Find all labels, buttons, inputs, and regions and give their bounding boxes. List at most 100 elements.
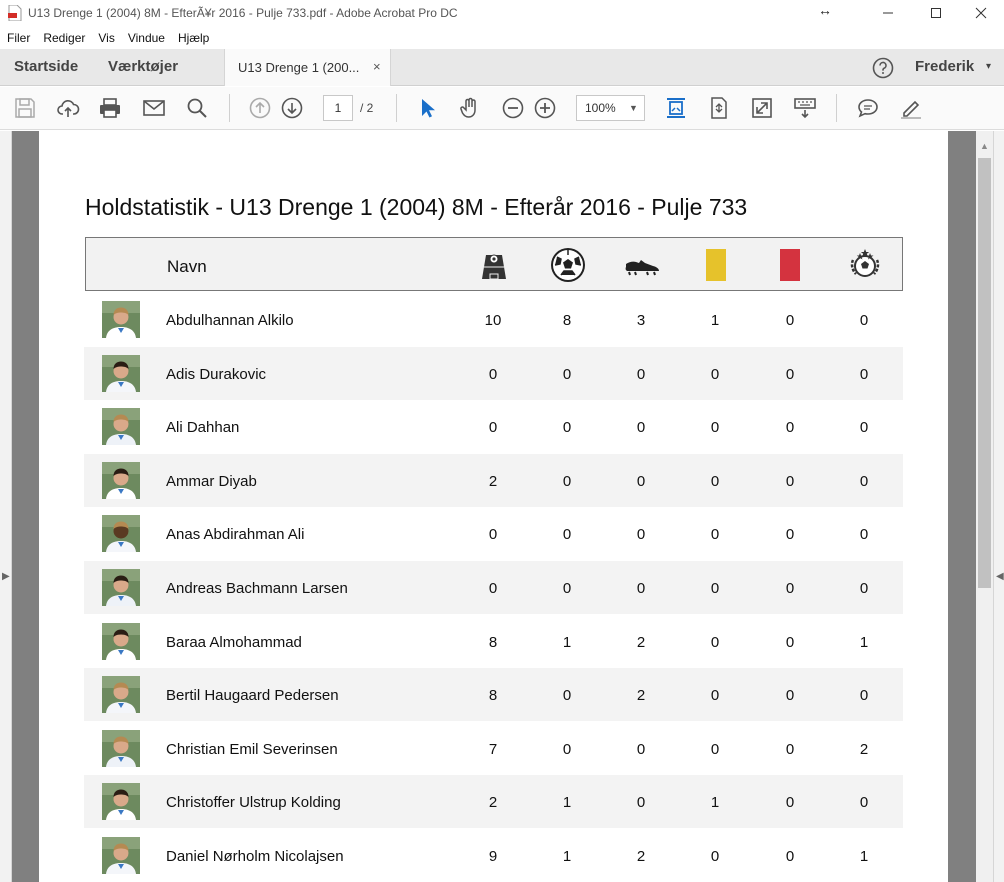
cursor-arrow-icon xyxy=(422,99,435,118)
menu-window[interactable]: Vindue xyxy=(128,31,165,45)
avatar xyxy=(102,515,140,553)
vertical-scrollbar[interactable]: ▲ xyxy=(976,131,993,882)
stat-cell-player-of-the-match: 0 xyxy=(859,526,869,544)
search-icon xyxy=(187,98,207,118)
red-card-icon xyxy=(771,246,809,284)
avatar xyxy=(102,729,140,767)
stat-cell-red-card: 0 xyxy=(785,312,795,329)
right-panel-toggle[interactable]: ◀ xyxy=(993,131,1004,882)
help-icon[interactable] xyxy=(872,57,894,79)
envelope-icon xyxy=(143,100,165,116)
avatar xyxy=(102,837,140,874)
scroll-mode-button[interactable] xyxy=(706,95,732,121)
yellow-card-icon xyxy=(697,246,735,284)
player-name: Baraa Almohammad xyxy=(166,633,302,651)
scrollbar-thumb[interactable] xyxy=(978,158,991,588)
save-button[interactable] xyxy=(12,95,38,121)
stat-cell-yellow-card: 0 xyxy=(710,687,720,705)
maximize-button[interactable] xyxy=(913,0,959,26)
avatar xyxy=(102,676,140,714)
stat-cell-red-card: 0 xyxy=(785,687,795,705)
email-button[interactable] xyxy=(141,95,167,121)
toolbar: 1 / 2 100% ▼ xyxy=(0,87,1004,130)
upload-cloud-button[interactable] xyxy=(55,95,81,121)
stat-cell-yellow-card: 1 xyxy=(710,794,720,812)
previous-page-button[interactable] xyxy=(247,95,273,121)
column-header-name: Navn xyxy=(167,257,207,276)
stat-cell-assist-boot: 2 xyxy=(636,633,646,651)
stat-cell-assist-boot: 0 xyxy=(636,365,646,383)
stat-cell-yellow-card: 0 xyxy=(710,365,720,383)
comment-button[interactable] xyxy=(855,95,881,121)
sign-button[interactable] xyxy=(898,95,924,121)
stat-cell-goal-ball: 0 xyxy=(562,580,572,597)
stat-cell-matches-pitch: 2 xyxy=(488,472,498,490)
document-viewport: ▶ Holdstatistik - U13 Drenge 1 (2004) 8M… xyxy=(0,131,1004,882)
full-screen-button[interactable] xyxy=(749,95,775,121)
stat-cell-red-card: 0 xyxy=(785,633,795,651)
stat-cell-assist-boot: 0 xyxy=(636,526,646,544)
menu-view[interactable]: Vis xyxy=(98,31,114,45)
stat-cell-red-card: 0 xyxy=(785,419,795,437)
zoom-in-button[interactable] xyxy=(532,95,558,121)
tab-document[interactable]: U13 Drenge 1 (200... × xyxy=(224,49,391,86)
select-tool-button[interactable] xyxy=(414,95,440,121)
search-button[interactable] xyxy=(184,95,210,121)
chevron-down-icon[interactable]: ▾ xyxy=(986,61,991,72)
pdf-file-icon xyxy=(8,5,22,21)
avatar xyxy=(102,569,140,606)
menu-bar: Filer Rediger Vis Vindue Hjælp xyxy=(0,28,1004,48)
minimize-button[interactable] xyxy=(865,0,911,26)
tab-bar: Startside Værktøjer U13 Drenge 1 (200...… xyxy=(0,49,1004,86)
stat-cell-red-card: 0 xyxy=(785,794,795,812)
stat-cell-red-card: 0 xyxy=(785,526,795,544)
stat-cell-player-of-the-match: 0 xyxy=(859,472,869,490)
menu-file[interactable]: Filer xyxy=(7,31,30,45)
menu-edit[interactable]: Rediger xyxy=(43,31,85,45)
stat-cell-goal-ball: 8 xyxy=(562,312,572,329)
stat-cell-matches-pitch: 2 xyxy=(488,794,498,812)
stat-cell-yellow-card: 0 xyxy=(710,472,720,490)
hand-tool-button[interactable] xyxy=(457,95,483,121)
minus-circle-icon xyxy=(502,97,524,119)
assist-boot-icon xyxy=(623,246,661,284)
stat-cell-assist-boot: 0 xyxy=(636,794,646,812)
zoom-select[interactable]: 100% ▼ xyxy=(576,95,645,121)
menu-help[interactable]: Hjælp xyxy=(178,31,209,45)
avatar xyxy=(102,408,140,446)
maximize-icon xyxy=(931,8,941,18)
read-mode-button[interactable] xyxy=(792,95,818,121)
tab-tools[interactable]: Værktøjer xyxy=(108,58,178,75)
scroll-up-icon[interactable]: ▲ xyxy=(980,141,989,151)
stat-cell-red-card: 0 xyxy=(785,848,795,865)
page-total: / 2 xyxy=(360,101,374,115)
print-button[interactable] xyxy=(97,95,123,121)
close-icon xyxy=(975,7,987,19)
speech-bubble-icon xyxy=(858,99,878,118)
stat-cell-player-of-the-match: 0 xyxy=(859,687,869,705)
page-number-input[interactable]: 1 xyxy=(323,95,353,121)
fit-width-button[interactable] xyxy=(663,95,689,121)
zoom-out-button[interactable] xyxy=(500,95,526,121)
left-panel-toggle[interactable]: ▶ xyxy=(0,131,12,882)
table-row: Andreas Bachmann Larsen 0 0 0 0 0 0 xyxy=(84,561,903,614)
pen-icon xyxy=(901,100,921,119)
minimize-icon xyxy=(883,12,893,14)
player-name: Daniel Nørholm Nicolajsen xyxy=(166,848,344,865)
next-page-button[interactable] xyxy=(279,95,305,121)
stat-cell-red-card: 0 xyxy=(785,740,795,758)
close-window-button[interactable] xyxy=(958,0,1004,26)
cloud-upload-icon xyxy=(57,100,80,117)
tab-home[interactable]: Startside xyxy=(14,58,78,75)
user-menu[interactable]: Frederik xyxy=(915,58,974,75)
table-row: Daniel Nørholm Nicolajsen 9 1 2 0 0 1 xyxy=(84,829,903,882)
tab-close-icon[interactable]: × xyxy=(373,59,381,74)
player-name: Abdulhannan Alkilo xyxy=(166,312,294,329)
table-row: Bertil Haugaard Pedersen 8 0 2 0 0 0 xyxy=(84,668,903,722)
fit-page-icon xyxy=(667,98,685,118)
table-row: Christian Emil Severinsen 7 0 0 0 0 2 xyxy=(84,722,903,775)
stat-cell-red-card: 0 xyxy=(785,472,795,490)
table-row: Abdulhannan Alkilo 10 8 3 1 0 0 xyxy=(84,293,903,346)
expand-left-icon: ▶ xyxy=(2,571,10,582)
player-name: Christian Emil Severinsen xyxy=(166,740,338,758)
